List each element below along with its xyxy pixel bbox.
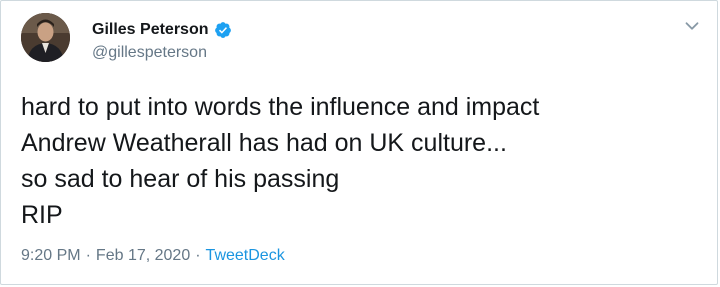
tweet-line: so sad to hear of his passing: [21, 165, 340, 193]
verified-badge-icon: [214, 22, 231, 38]
chevron-down-icon[interactable]: [681, 15, 703, 37]
author-name-row: Gilles Peterson: [92, 21, 232, 39]
tweet-date[interactable]: Feb 17, 2020: [96, 247, 190, 265]
tweet-source-link[interactable]: TweetDeck: [206, 247, 285, 265]
display-name[interactable]: Gilles Peterson: [92, 21, 209, 39]
avatar-image: [21, 13, 70, 62]
tweet-card: Gilles Peterson @gillespeterson hard to …: [0, 0, 718, 285]
tweet-meta: 9:20 PM · Feb 17, 2020 · TweetDeck: [21, 247, 285, 265]
handle[interactable]: @gillespeterson: [92, 44, 207, 62]
avatar[interactable]: [21, 13, 70, 62]
tweet-line: Andrew Weatherall has had on UK culture.…: [21, 129, 507, 157]
meta-separator: ·: [195, 247, 201, 264]
tweet-line: RIP: [21, 201, 63, 229]
tweet-time[interactable]: 9:20 PM: [21, 247, 81, 265]
meta-separator: ·: [85, 247, 91, 264]
tweet-line: hard to put into words the influence and…: [21, 93, 540, 121]
tweet-text: hard to put into words the influence and…: [21, 89, 539, 233]
